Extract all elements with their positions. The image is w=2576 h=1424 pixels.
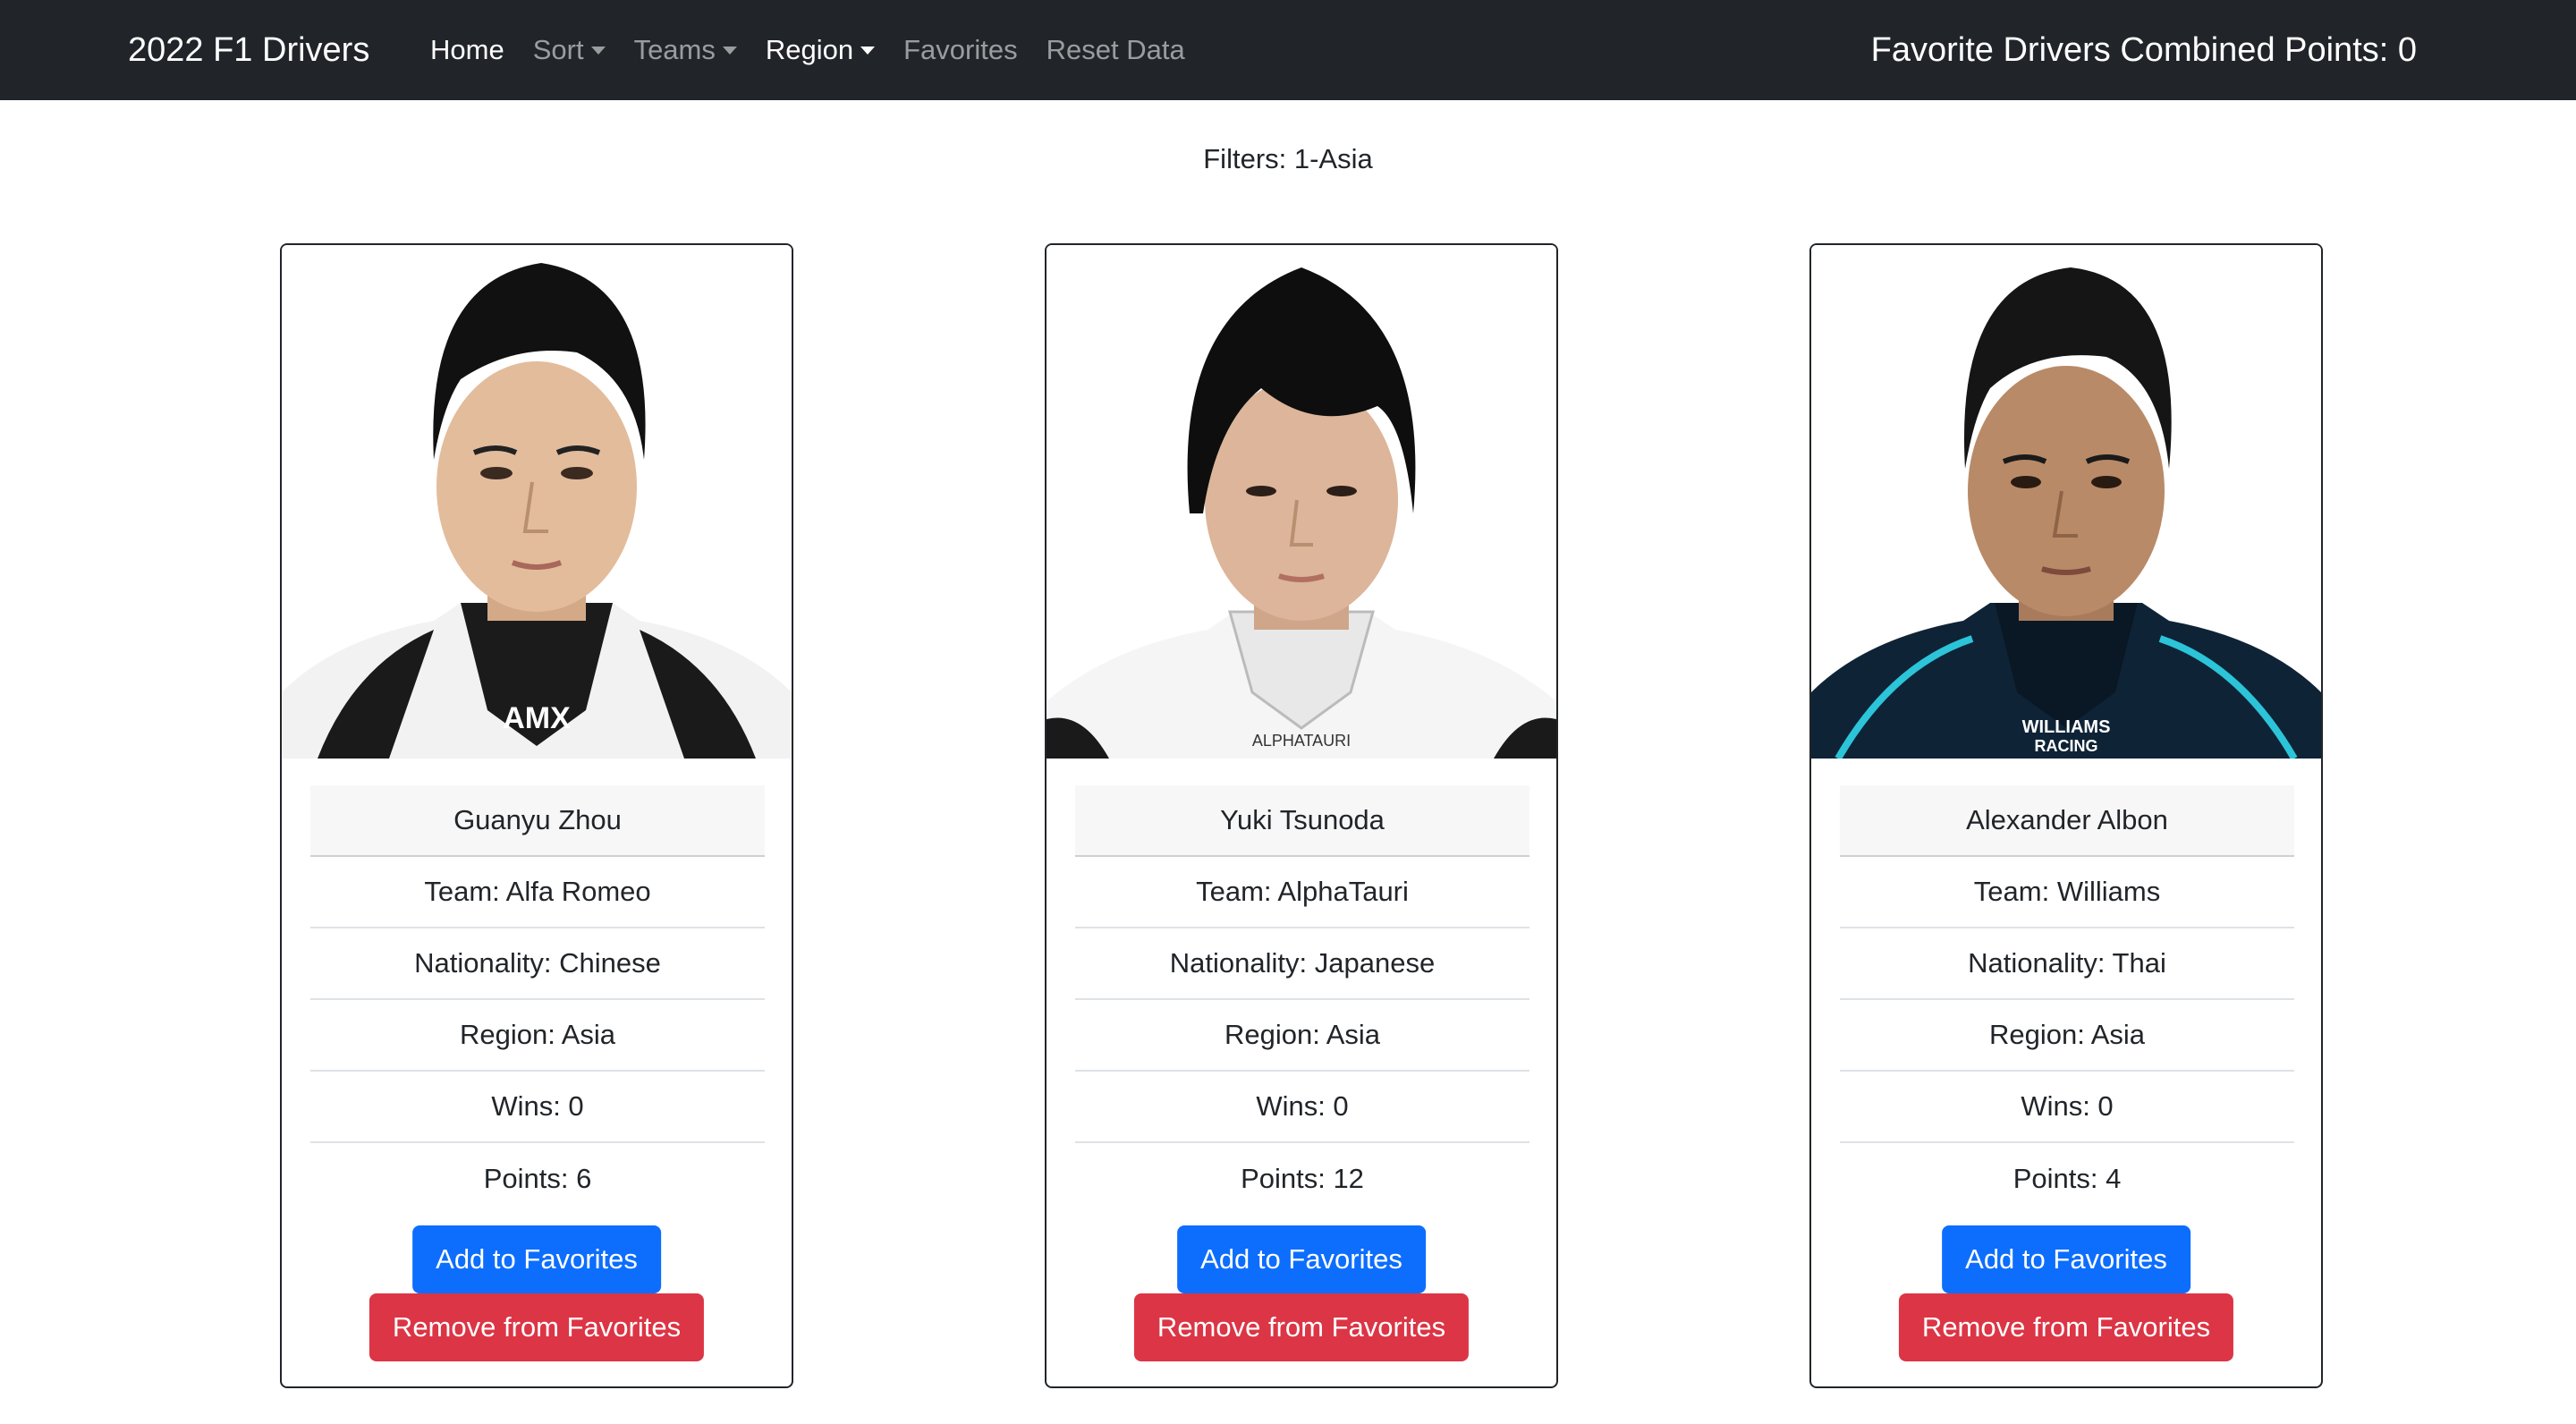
- driver-name: Alexander Albon: [1840, 785, 2294, 857]
- remove-from-favorites-button[interactable]: Remove from Favorites: [1898, 1293, 2234, 1361]
- nav-links: Home Sort Teams Region Favorites Reset D…: [416, 0, 1199, 100]
- navbar: 2022 F1 Drivers Home Sort Teams Region F…: [0, 0, 2576, 100]
- driver-photo: ALPHATAURI: [1046, 245, 1556, 759]
- driver-details-list: Alexander Albon Team: Williams Nationali…: [1840, 785, 2294, 1215]
- svg-text:ALPHATAURI: ALPHATAURI: [1252, 732, 1351, 750]
- favorite-points-total: Favorite Drivers Combined Points: 0: [1870, 30, 2417, 69]
- add-to-favorites-button[interactable]: Add to Favorites: [412, 1225, 661, 1293]
- svg-text:RACING: RACING: [2035, 737, 2098, 755]
- add-to-favorites-button[interactable]: Add to Favorites: [1177, 1225, 1426, 1293]
- remove-from-favorites-button[interactable]: Remove from Favorites: [369, 1293, 705, 1361]
- driver-portrait-image: ALPHATAURI: [1046, 245, 1556, 759]
- chevron-down-icon: [590, 46, 606, 55]
- chevron-down-icon: [722, 46, 737, 55]
- nav-sort-label: Sort: [532, 34, 584, 65]
- driver-card: ALPHATAURI Yuki Tsunoda Team: AlphaTauri…: [1045, 243, 1558, 1388]
- driver-details-list: Yuki Tsunoda Team: AlphaTauri Nationalit…: [1075, 785, 1530, 1215]
- driver-name: Yuki Tsunoda: [1075, 785, 1530, 857]
- nav-home-link[interactable]: Home: [416, 0, 519, 100]
- driver-portrait-image: WILLIAMS RACING: [1811, 245, 2321, 759]
- nav-region-label: Region: [765, 34, 854, 65]
- driver-points: Points: 12: [1241, 1163, 1364, 1194]
- driver-card: AMX Guanyu Zhou Team: Alfa Romeo Nationa…: [280, 243, 793, 1388]
- driver-team: Team: Williams: [1840, 857, 2294, 928]
- add-to-favorites-button[interactable]: Add to Favorites: [1942, 1225, 2190, 1293]
- driver-card: WILLIAMS RACING Alexander Albon Team: Wi…: [1809, 243, 2323, 1388]
- driver-details-list: Guanyu Zhou Team: Alfa Romeo Nationality…: [310, 785, 765, 1215]
- nav-favorites-link[interactable]: Favorites: [889, 0, 1031, 100]
- driver-photo: AMX: [282, 245, 792, 759]
- driver-region: Region: Asia: [1075, 1000, 1530, 1072]
- svg-text:AMX: AMX: [503, 701, 571, 735]
- driver-wins: Wins: 0: [1840, 1072, 2294, 1143]
- driver-nationality: Nationality: Japanese: [1075, 928, 1530, 1000]
- svg-text:WILLIAMS: WILLIAMS: [2022, 717, 2111, 737]
- nav-teams-dropdown[interactable]: Teams: [620, 0, 751, 100]
- filters-label: Filters: 1-Asia: [1203, 143, 1373, 174]
- driver-nationality: Nationality: Chinese: [310, 928, 765, 1000]
- chevron-down-icon: [860, 46, 876, 55]
- driver-wins: Wins: 0: [310, 1072, 765, 1143]
- driver-portrait-image: AMX: [282, 245, 792, 759]
- nav-sort-dropdown[interactable]: Sort: [519, 0, 620, 100]
- driver-photo: WILLIAMS RACING: [1811, 245, 2321, 759]
- driver-team: Team: Alfa Romeo: [310, 857, 765, 928]
- driver-wins: Wins: 0: [1075, 1072, 1530, 1143]
- driver-region: Region: Asia: [1840, 1000, 2294, 1072]
- driver-points: Points: 4: [2012, 1163, 2122, 1194]
- driver-region: Region: Asia: [310, 1000, 765, 1072]
- nav-region-dropdown[interactable]: Region: [751, 0, 889, 100]
- nav-reset-data-link[interactable]: Reset Data: [1032, 0, 1199, 100]
- driver-points: Points: 6: [483, 1163, 592, 1194]
- driver-nationality: Nationality: Thai: [1840, 928, 2294, 1000]
- driver-team: Team: AlphaTauri: [1075, 857, 1530, 928]
- brand-title[interactable]: 2022 F1 Drivers: [128, 0, 369, 100]
- nav-teams-label: Teams: [633, 34, 716, 65]
- remove-from-favorites-button[interactable]: Remove from Favorites: [1133, 1293, 1470, 1361]
- driver-name: Guanyu Zhou: [310, 785, 765, 857]
